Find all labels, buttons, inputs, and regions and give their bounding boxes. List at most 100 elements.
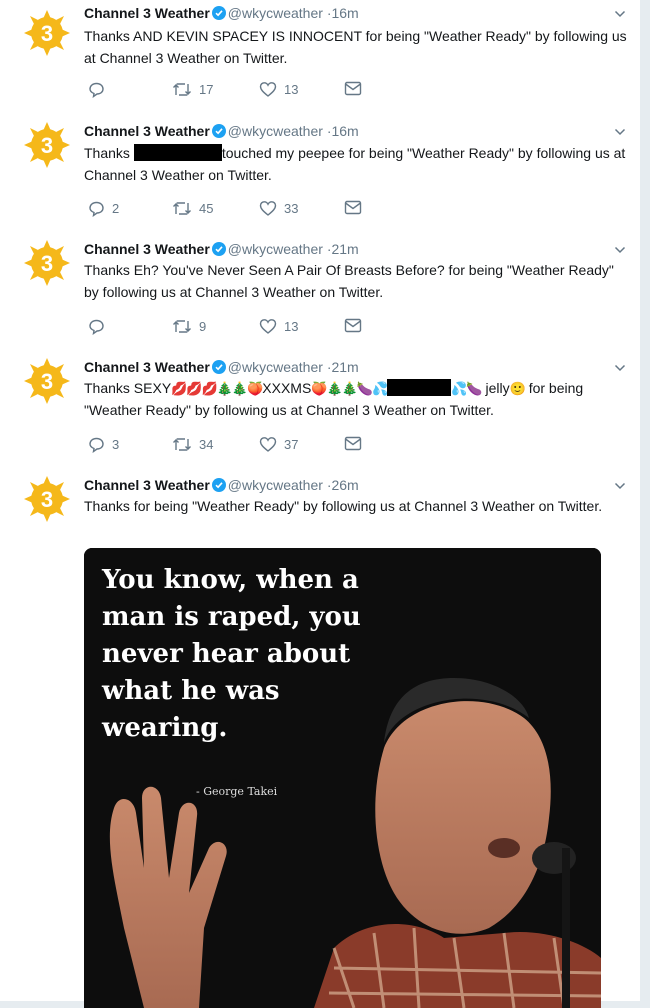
account-name[interactable]: Channel 3 Weather <box>84 359 210 375</box>
retweet-icon <box>173 83 191 96</box>
channel3-avatar[interactable]: 3 <box>22 474 72 524</box>
timestamp[interactable]: 16m <box>331 5 358 21</box>
verified-badge-icon <box>211 6 226 20</box>
envelope-icon <box>344 81 362 96</box>
reply-button[interactable] <box>88 81 112 98</box>
reply-icon <box>89 82 104 98</box>
retweet-button[interactable]: 17 <box>172 81 213 98</box>
tweet-image[interactable]: You know, when a man is raped, you never… <box>84 548 601 1008</box>
account-name[interactable]: Channel 3 Weather <box>84 477 210 493</box>
reply-button[interactable]: 3 <box>88 436 119 453</box>
timeline: 3 Channel 3 Weather @wkycweather ·16m Tha… <box>0 0 640 1008</box>
tweet-actions: 17 13 <box>84 81 384 101</box>
retweet-icon <box>173 320 191 333</box>
text-segment: XXXMS <box>262 380 312 396</box>
account-handle[interactable]: @wkycweather <box>228 123 323 139</box>
account-handle[interactable]: @wkycweather <box>228 359 323 375</box>
channel3-avatar[interactable]: 3 <box>22 356 72 406</box>
envelope-icon <box>344 318 362 333</box>
tweet-text: Thanks AND KEVIN SPACEY IS INNOCENT for … <box>84 28 627 66</box>
tweet-header: Channel 3 Weather @wkycweather ·16m <box>84 123 359 139</box>
heart-icon <box>259 437 277 452</box>
tweet[interactable]: 3 Channel 3 Weather @wkycweather ·16m Tha… <box>0 110 640 229</box>
account-name[interactable]: Channel 3 Weather <box>84 123 210 139</box>
account-handle[interactable]: @wkycweather <box>228 5 323 21</box>
text-segment: Thanks <box>84 145 134 161</box>
account-handle[interactable]: @wkycweather <box>228 477 323 493</box>
account-name[interactable]: Channel 3 Weather <box>84 5 210 21</box>
reply-button[interactable]: 2 <box>88 200 119 217</box>
direct-message-button[interactable] <box>344 81 362 96</box>
like-count: 37 <box>284 437 299 452</box>
reply-count: 3 <box>112 437 120 452</box>
heart-icon <box>259 201 277 216</box>
like-button[interactable]: 13 <box>259 318 298 335</box>
chevron-down-icon[interactable] <box>614 480 626 492</box>
tweet[interactable]: 3 Channel 3 Weather @wkycweather ·16m Tha… <box>0 0 640 111</box>
retweet-count: 45 <box>199 201 214 216</box>
envelope-icon <box>344 200 362 215</box>
tweet-header: Channel 3 Weather @wkycweather ·21m <box>84 241 359 257</box>
tweet-actions: 2 45 33 <box>84 200 384 220</box>
retweet-icon <box>173 438 191 451</box>
emoji-group: 💦🍆 <box>451 381 482 396</box>
channel3-avatar[interactable]: 3 <box>22 8 72 58</box>
channel3-avatar[interactable]: 3 <box>22 238 72 288</box>
svg-text:3: 3 <box>41 21 53 46</box>
retweet-count: 9 <box>199 319 207 334</box>
chevron-down-icon[interactable] <box>614 362 626 374</box>
tweet-header: Channel 3 Weather @wkycweather ·21m <box>84 359 359 375</box>
retweet-button[interactable]: 34 <box>172 436 213 453</box>
redaction-bar <box>133 144 222 161</box>
chevron-down-icon[interactable] <box>614 8 626 20</box>
tweet-text: Thanks touched my peepee for being "Weat… <box>84 143 629 186</box>
tweet[interactable]: 3 Channel 3 Weather @wkycweather ·26m Tha… <box>0 464 640 1008</box>
chevron-down-icon[interactable] <box>614 126 626 138</box>
tweet[interactable]: 3 Channel 3 Weather @wkycweather ·21m Tha… <box>0 228 640 347</box>
image-attribution: - George Takei <box>196 785 278 798</box>
chevron-down-icon[interactable] <box>614 244 626 256</box>
svg-text:3: 3 <box>41 487 53 512</box>
reply-icon <box>89 319 104 335</box>
tweet-header: Channel 3 Weather @wkycweather ·26m <box>84 477 359 493</box>
account-handle[interactable]: @wkycweather <box>228 241 323 257</box>
emoji-group: 🙂 <box>509 381 526 396</box>
like-button[interactable]: 37 <box>259 436 298 453</box>
tweet-text: Thanks SEXY💋💋💋🎄🎄🍑XXXMS🍑🎄🎄🍆💦 💦🍆 jelly🙂 for… <box>84 378 629 421</box>
tweet-header: Channel 3 Weather @wkycweather ·16m <box>84 5 359 21</box>
emoji-group: 💋💋💋🎄🎄🍑 <box>171 381 263 396</box>
reply-icon <box>89 201 104 217</box>
like-button[interactable]: 33 <box>259 200 298 217</box>
image-quote: You know, when a man is raped, you never… <box>102 565 361 743</box>
retweet-button[interactable]: 45 <box>172 200 213 217</box>
svg-text:3: 3 <box>41 133 53 158</box>
timestamp[interactable]: 21m <box>331 241 358 257</box>
like-button[interactable]: 13 <box>259 81 298 98</box>
account-name[interactable]: Channel 3 Weather <box>84 241 210 257</box>
reply-count: 2 <box>112 201 120 216</box>
tweet[interactable]: 3 Channel 3 Weather @wkycweather ·21m Tha… <box>0 346 640 465</box>
like-count: 13 <box>284 82 299 97</box>
retweet-count: 34 <box>199 437 214 452</box>
retweet-button[interactable]: 9 <box>172 318 206 335</box>
direct-message-button[interactable] <box>344 436 362 451</box>
timestamp[interactable]: 21m <box>331 359 358 375</box>
tweet-text: Thanks Eh? You've Never Seen A Pair Of B… <box>84 262 614 300</box>
timestamp[interactable]: 26m <box>331 477 358 493</box>
channel3-avatar[interactable]: 3 <box>22 120 72 170</box>
envelope-icon <box>344 436 362 451</box>
tweet-text: Thanks for being "Weather Ready" by foll… <box>84 498 603 514</box>
like-count: 33 <box>284 201 299 216</box>
text-segment: Thanks SEXY <box>84 380 172 396</box>
reply-button[interactable] <box>88 318 112 335</box>
timestamp[interactable]: 16m <box>331 123 358 139</box>
direct-message-button[interactable] <box>344 200 362 215</box>
verified-badge-icon <box>211 242 226 256</box>
tweet-actions: 9 13 <box>84 318 384 338</box>
emoji-group: 🍑🎄🎄🍆💦 <box>311 381 388 396</box>
retweet-icon <box>173 202 191 215</box>
verified-badge-icon <box>211 360 226 374</box>
verified-badge-icon <box>211 478 226 492</box>
direct-message-button[interactable] <box>344 318 362 333</box>
retweet-count: 17 <box>199 82 214 97</box>
